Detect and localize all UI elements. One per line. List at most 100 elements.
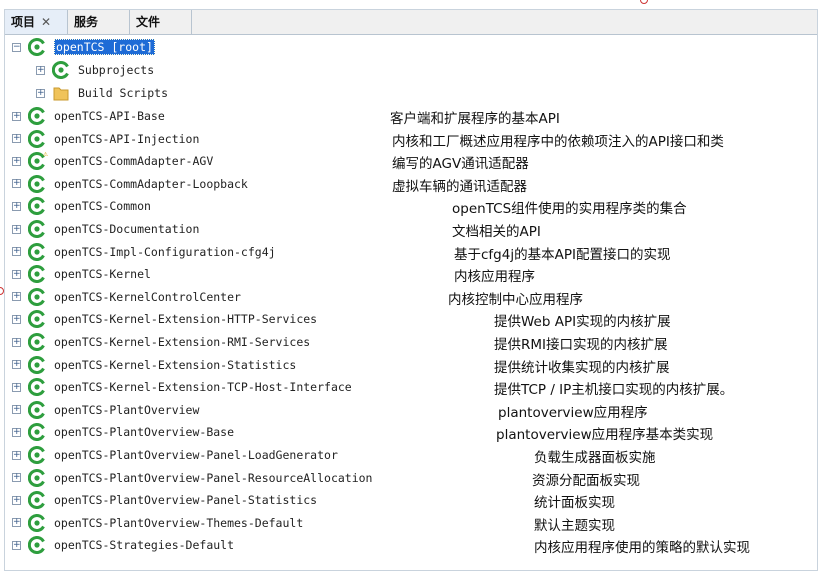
expand-icon[interactable]: + (12, 450, 21, 460)
node-label: openTCS-Kernel (54, 267, 151, 282)
tab-projects[interactable]: 项目 ✕ (5, 10, 68, 34)
tab-label: 服务 (74, 15, 99, 29)
tab-services[interactable]: 服务 (68, 10, 130, 34)
expand-icon[interactable]: + (12, 201, 21, 211)
tree-node[interactable]: + openTCS-Kernel-Extension-HTTP-Services (12, 309, 317, 329)
node-label: openTCS-PlantOverview-Base (54, 425, 235, 440)
project-icon (28, 287, 46, 306)
tree-node[interactable]: + openTCS-PlantOverview-Base (12, 422, 234, 442)
expand-icon[interactable]: + (12, 247, 21, 257)
node-label: openTCS-PlantOverview-Panel-ResourceAllo… (54, 470, 373, 485)
node-label: openTCS-CommAdapter-AGV (54, 154, 214, 169)
project-description: openTCS组件使用的实用程序类的集合 (452, 201, 687, 218)
expand-icon[interactable]: + (12, 540, 21, 550)
expand-icon[interactable]: + (12, 134, 21, 144)
expand-icon[interactable]: + (36, 65, 45, 75)
project-description: plantoverview应用程序基本类实现 (496, 427, 714, 444)
expand-icon[interactable]: + (12, 337, 21, 347)
expand-icon[interactable]: + (12, 518, 21, 528)
tree-node[interactable]: + openTCS-Kernel-Extension-Statistics (12, 355, 296, 375)
expand-icon[interactable]: + (12, 179, 21, 189)
node-label: openTCS-Kernel-Extension-Statistics (54, 357, 297, 372)
project-icon (28, 378, 46, 397)
project-icon (28, 400, 46, 419)
project-icon (28, 242, 46, 261)
project-description: 客户端和扩展程序的基本API (390, 111, 560, 127)
tree-node[interactable]: − openTCS [root] (12, 37, 155, 57)
node-label: openTCS-CommAdapter-Loopback (54, 176, 248, 191)
project-description: 统计面板实现 (534, 495, 615, 512)
tree-node[interactable]: + openTCS-PlantOverview-Panel-LoadGenerat… (12, 445, 338, 465)
expand-icon[interactable]: + (12, 360, 21, 370)
project-icon (28, 310, 46, 329)
tree-node[interactable]: + openTCS-PlantOverview-Themes-Default (12, 513, 303, 533)
project-icon (28, 513, 46, 532)
expand-icon[interactable]: + (12, 382, 21, 392)
node-label: openTCS-Documentation (54, 222, 200, 236)
tree-node[interactable]: + openTCS-Strategies-Default (12, 535, 234, 555)
tree-node[interactable]: + openTCS-CommAdapter-Loopback (12, 174, 248, 194)
node-label: openTCS [root] (54, 39, 155, 55)
project-description: 基于cfg4j的基本API配置接口的实现 (454, 246, 671, 263)
project-icon (28, 107, 46, 125)
project-icon (28, 536, 46, 555)
tab-label: 文件 (136, 15, 161, 29)
project-description: 编写的AGV通讯适配器 (392, 156, 529, 173)
project-description: 内核应用程序使用的策略的默认实现 (534, 540, 750, 557)
expand-icon[interactable]: + (12, 224, 21, 234)
warning-icon: ⚠ (43, 149, 48, 159)
tree-node[interactable]: + openTCS-Impl-Configuration-cfg4j (12, 242, 276, 262)
tree-node[interactable]: + openTCS-API-Base (12, 106, 165, 126)
collapse-icon[interactable]: − (12, 42, 21, 52)
project-description: 资源分配面板实现 (532, 472, 640, 489)
project-description: plantoverview应用程序 (498, 404, 648, 421)
expand-icon[interactable]: + (36, 88, 45, 98)
project-description: 提供TCP / IP主机接口实现的内核扩展。 (494, 382, 734, 399)
node-label: openTCS-PlantOverview-Themes-Default (54, 515, 304, 530)
expand-icon[interactable]: + (12, 495, 21, 505)
node-label: Subprojects (78, 63, 155, 77)
project-icon (28, 423, 46, 442)
tree-node[interactable]: + openTCS-PlantOverview (12, 400, 199, 420)
tree-node[interactable]: + openTCS-Common (12, 196, 151, 216)
project-description: 负载生成器面板实施 (534, 450, 656, 466)
node-label: openTCS-Common (54, 199, 151, 214)
tab-bar: 项目 ✕ 服务 文件 (5, 10, 817, 35)
tree-node[interactable]: + openTCS-API-Injection (12, 129, 199, 149)
expand-icon[interactable]: + (12, 292, 21, 302)
project-description: 默认主题实现 (534, 517, 615, 534)
node-label: Build Scripts (78, 86, 169, 100)
expand-icon[interactable]: + (12, 427, 21, 437)
tree-node[interactable]: + openTCS-PlantOverview-Panel-ResourceAll… (12, 468, 373, 488)
expand-icon[interactable]: + (12, 405, 21, 415)
expand-icon[interactable]: + (12, 473, 21, 483)
expand-icon[interactable]: + (12, 156, 21, 166)
node-label: openTCS-API-Base (54, 109, 165, 123)
tree-node[interactable]: + Build Scripts (36, 83, 168, 103)
project-icon (28, 197, 46, 216)
tab-label: 项目 (11, 15, 36, 29)
project-description: 文档相关的API (452, 224, 541, 240)
tree-node[interactable]: + openTCS-Kernel-Extension-TCP-Host-Inter… (12, 377, 352, 397)
tree-node[interactable]: + openTCS-KernelControlCenter (12, 287, 241, 307)
project-icon (28, 38, 46, 56)
node-label: openTCS-Impl-Configuration-cfg4j (54, 244, 276, 259)
close-icon[interactable]: ✕ (41, 15, 51, 29)
expand-icon[interactable]: + (12, 314, 21, 324)
marker (640, 0, 648, 4)
project-icon (28, 446, 46, 464)
expand-icon[interactable]: + (12, 111, 21, 121)
tree-node[interactable]: + Subprojects (36, 60, 154, 80)
project-description: 虚拟车辆的通讯适配器 (392, 178, 527, 195)
tree-node[interactable]: + openTCS-Documentation (12, 219, 199, 239)
tree-node[interactable]: + ⚠ openTCS-CommAdapter-AGV (12, 149, 214, 171)
tree-node[interactable]: + openTCS-Kernel (12, 264, 151, 284)
project-description: 提供统计收集实现的内核扩展 (494, 359, 670, 376)
project-description: 提供Web API实现的内核扩展 (494, 314, 671, 331)
tree-node[interactable]: + openTCS-PlantOverview-Panel-Statistics (12, 490, 317, 510)
project-description: 内核和工厂概述应用程序中的依赖项注入的API接口和类 (392, 133, 724, 150)
expand-icon[interactable]: + (12, 269, 21, 279)
tab-files[interactable]: 文件 (130, 10, 192, 34)
tree-node[interactable]: + openTCS-Kernel-Extension-RMI-Services (12, 332, 310, 352)
project-icon (28, 174, 46, 193)
